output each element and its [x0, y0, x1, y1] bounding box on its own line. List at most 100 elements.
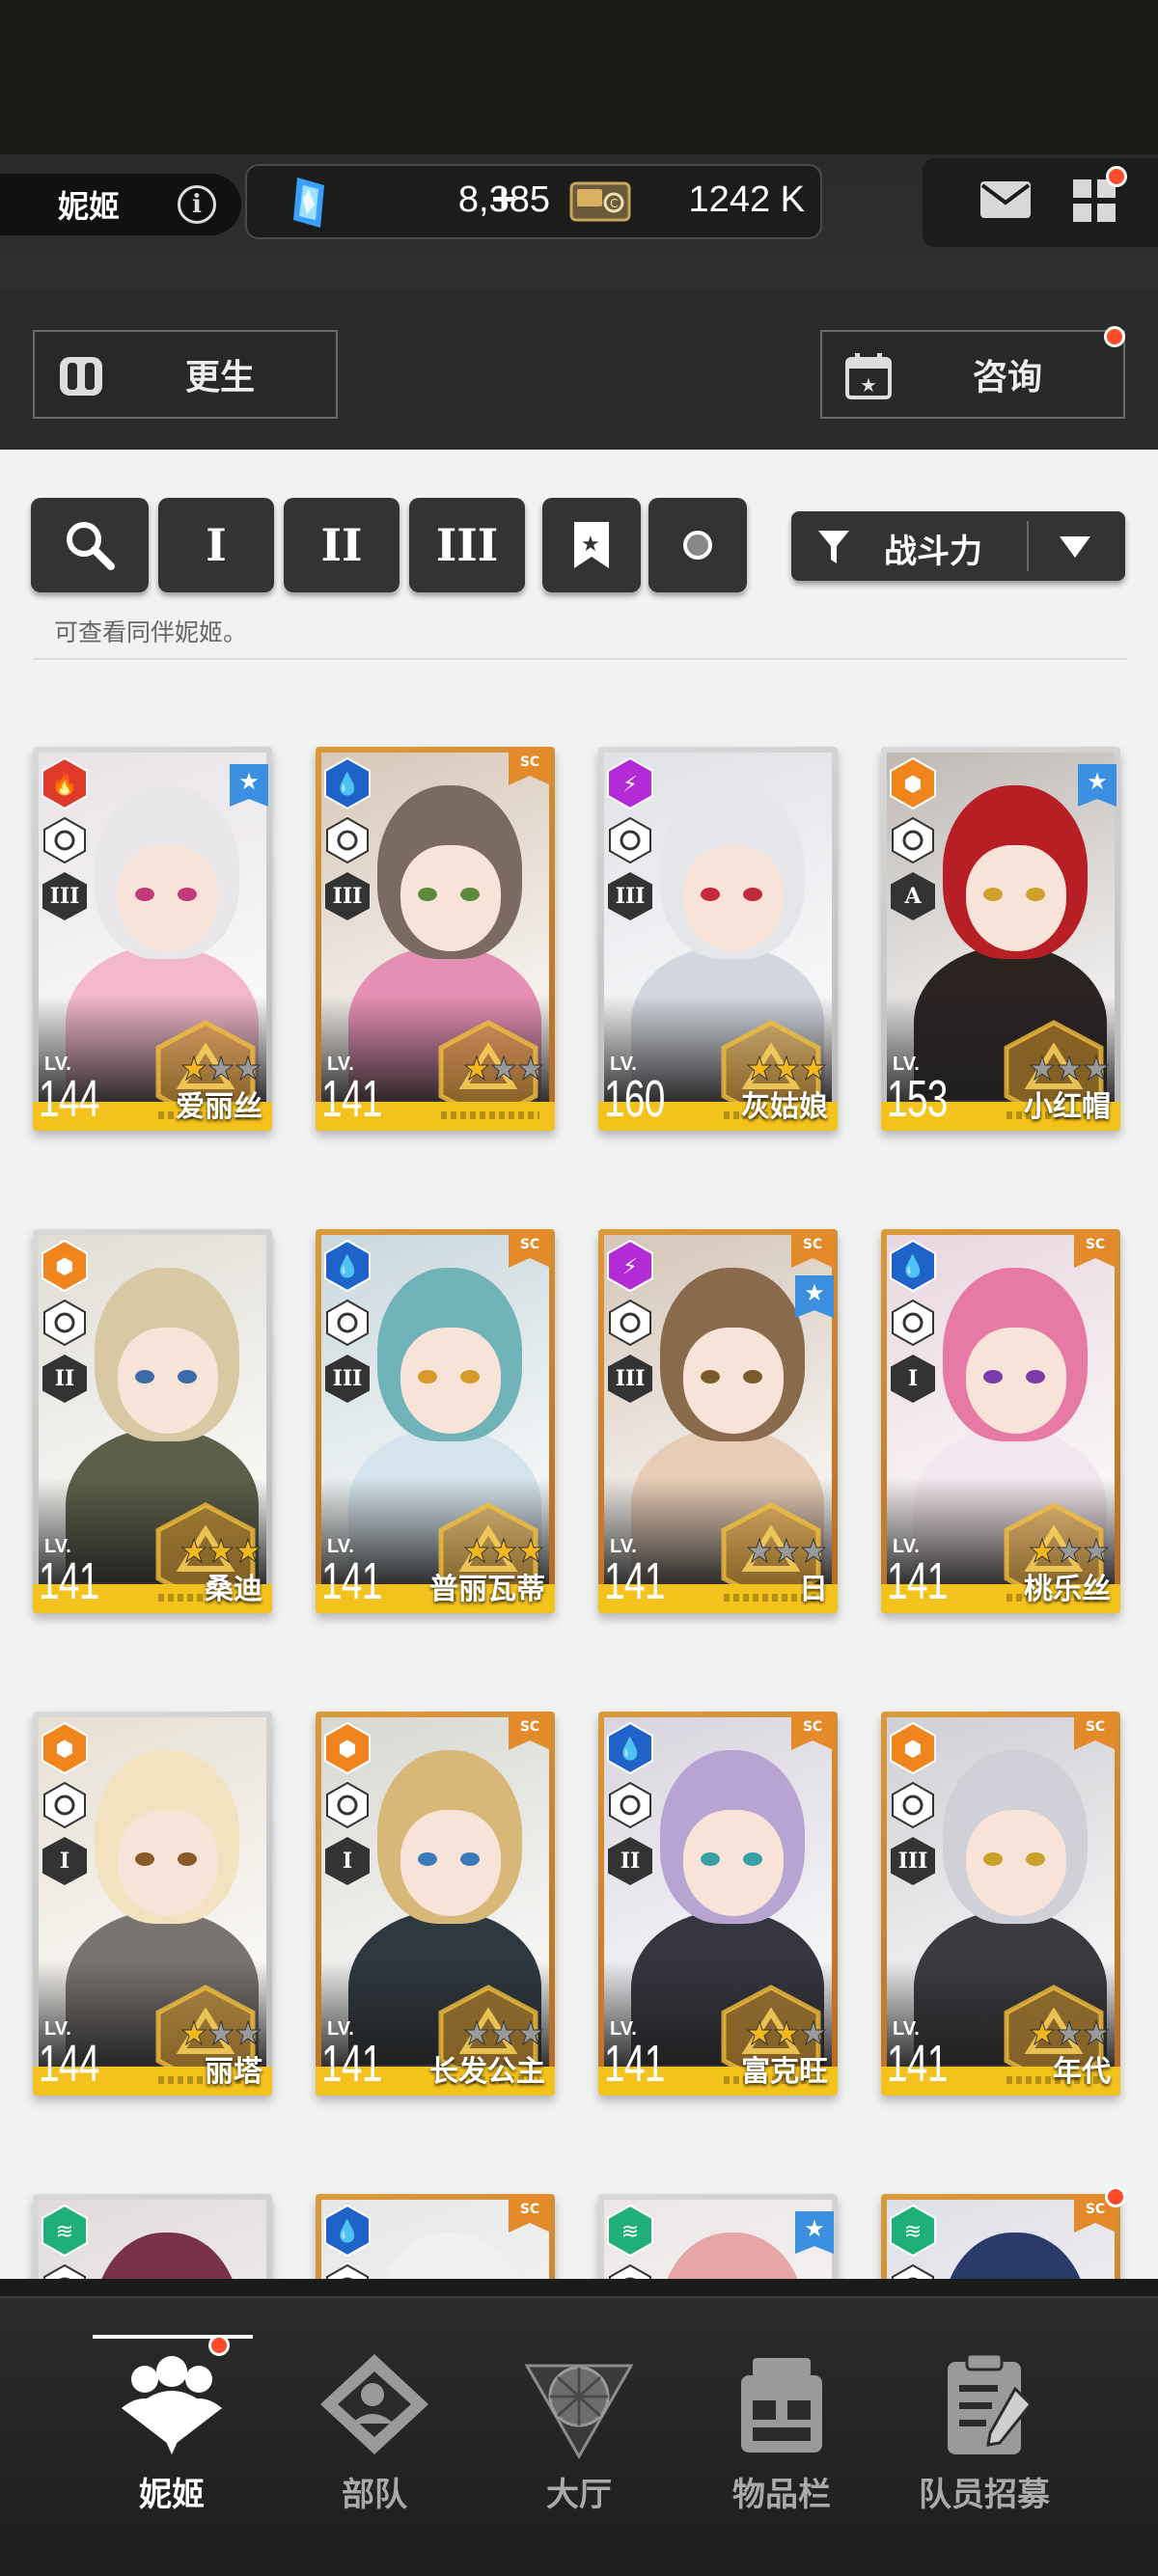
limit-break-stars — [464, 2020, 543, 2045]
sc-tag-icon: SC — [1074, 1712, 1117, 1750]
svg-text:SC: SC — [520, 2202, 539, 2217]
sort-dropdown[interactable]: 战斗力 — [791, 511, 1125, 581]
nikke-name: 爱丽丝 — [176, 1091, 262, 1123]
star-icon — [747, 1538, 772, 1563]
nikke-card[interactable]: LV. 141 年代 ⬢ III SC — [881, 1685, 1120, 2096]
filter-tier-2[interactable]: II — [284, 498, 400, 592]
nikke-card[interactable]: LV. 160 灰姑娘 ⚡ III — [598, 720, 838, 1131]
weapon-type-icon — [326, 2263, 369, 2279]
star-icon — [747, 2020, 772, 2045]
nikke-name: 桃乐丝 — [1024, 1574, 1111, 1605]
nikke-level: 141 — [321, 1070, 382, 1128]
nikke-card[interactable]: LV. 144 爱丽丝 🔥 III — [33, 720, 272, 1131]
svg-text:⚡: ⚡ — [622, 773, 637, 797]
rebirth-button[interactable]: 更生 — [33, 330, 338, 419]
svg-text:★: ★ — [860, 373, 877, 397]
nav-inventory-label: 物品栏 — [732, 2477, 831, 2513]
mail-icon[interactable] — [979, 179, 1033, 220]
nikke-name: 日 — [799, 1574, 828, 1605]
nav-squad[interactable]: 部队 — [268, 2298, 481, 2520]
weapon-type-icon — [326, 816, 369, 864]
nikke-card[interactable]: 💧 SC — [316, 2167, 555, 2279]
wind-element-icon: ≋ — [890, 2204, 936, 2258]
nikke-list-panel: I II III ★ 战斗力 可查看同伴妮姬。 LV.144爱丽丝🔥IIILV.… — [0, 450, 1158, 2279]
water-element-icon: 💧 — [890, 1239, 936, 1293]
weapon-type-icon — [609, 1781, 651, 1829]
nikke-name: 桑迪 — [205, 1574, 262, 1605]
star-icon — [1030, 1538, 1055, 1563]
sc-tag-icon: SC — [509, 2194, 551, 2233]
nav-inventory[interactable]: 物品栏 — [676, 2298, 888, 2520]
nikke-card[interactable]: ≋ — [33, 2167, 272, 2279]
filter-tier-3[interactable]: III — [409, 498, 525, 592]
nikke-name: 灰姑娘 — [741, 1091, 828, 1123]
sort-label: 战斗力 — [884, 534, 982, 570]
nikke-card[interactable]: ≋ — [598, 2167, 838, 2279]
nikke-card[interactable]: LV. 141 日 ⚡ III SC — [598, 1202, 838, 1613]
rebirth-icon — [60, 357, 102, 396]
star-icon — [208, 1538, 234, 1563]
nikke-card[interactable]: LV. 141 富克旺 💧 II SC — [598, 1685, 838, 2096]
nikke-level: 141 — [604, 1552, 665, 1610]
nikke-name: 小红帽 — [1024, 1091, 1111, 1123]
circle-filter-button[interactable] — [648, 498, 747, 592]
credit-amount: 1242 K — [688, 179, 805, 220]
nikke-card[interactable]: LV. 141 桃乐丝 💧 I SC — [881, 1202, 1120, 1613]
nikke-level: 144 — [39, 1070, 99, 1128]
nikke-name: 丽塔 — [205, 2056, 262, 2088]
star-icon — [491, 2020, 516, 2045]
circle-icon — [683, 531, 712, 560]
nikke-level: 141 — [604, 2035, 665, 2093]
weapon-type-icon — [43, 1781, 86, 1829]
iron-element-icon: ⬢ — [324, 1721, 371, 1775]
weapon-type-icon — [326, 1781, 369, 1829]
squad-icon — [320, 2354, 428, 2454]
bookmark-filter-button[interactable]: ★ — [542, 498, 641, 592]
nikke-level: 141 — [887, 1552, 948, 1610]
nikke-card[interactable]: LV. 141 长发公主 ⬢ I SC — [316, 1685, 555, 2096]
bottom-nav: 妮姬 部队 大厅 物品栏 队员招募 — [0, 2296, 1158, 2576]
svg-text:≋: ≋ — [621, 2220, 639, 2244]
star-icon — [801, 1538, 826, 1563]
nikke-card[interactable]: LV. 141 桑迪 ⬢ II — [33, 1202, 272, 1613]
star-icon — [1057, 1538, 1082, 1563]
nikke-card[interactable]: LV. 144 丽塔 ⬢ I — [33, 1685, 272, 2096]
nav-lobby[interactable]: 大厅 — [473, 2298, 685, 2520]
wind-element-icon: ≋ — [41, 2204, 88, 2258]
fire-element-icon: 🔥 — [41, 756, 88, 810]
svg-text:≋: ≋ — [904, 2220, 922, 2244]
nikke-level: 141 — [321, 1552, 382, 1610]
star-icon — [208, 1055, 234, 1081]
limit-break-stars — [464, 1538, 543, 1563]
nikke-card[interactable]: LV. 153 小红帽 ⬢ A — [881, 720, 1120, 1131]
nikke-notification-dot — [208, 2335, 230, 2356]
water-element-icon: 💧 — [607, 1721, 653, 1775]
weapon-type-icon — [892, 1299, 934, 1347]
add-gems-button[interactable]: + — [475, 176, 533, 224]
nav-nikke[interactable]: 妮姬 — [66, 2298, 278, 2520]
credit-card-icon: C — [569, 181, 631, 222]
nikke-card[interactable]: ≋ SC — [881, 2167, 1126, 2279]
nikke-level: 160 — [604, 1070, 665, 1128]
nav-squad-label: 部队 — [342, 2477, 407, 2513]
limit-break-stars — [1030, 2020, 1109, 2045]
svg-text:💧: 💧 — [334, 1254, 360, 1279]
info-icon[interactable]: i — [178, 185, 216, 224]
status-bar — [0, 0, 1158, 154]
search-button[interactable] — [31, 498, 149, 592]
filter-tier-1[interactable]: I — [158, 498, 274, 592]
star-icon — [464, 1538, 489, 1563]
consult-button[interactable]: ★ 咨询 — [820, 330, 1125, 419]
weapon-type-icon — [892, 1781, 934, 1829]
svg-text:💧: 💧 — [899, 1254, 925, 1279]
weapon-type-icon — [609, 1299, 651, 1347]
nikke-level: 141 — [887, 2035, 948, 2093]
sc-tag-icon: SC — [509, 1229, 551, 1268]
nikke-level: 141 — [39, 1552, 99, 1610]
svg-text:★: ★ — [581, 533, 600, 557]
nikke-card[interactable]: LV. 141 💧 III SC — [316, 720, 555, 1131]
gem-icon — [293, 178, 324, 228]
svg-text:SC: SC — [803, 1237, 822, 1252]
nikke-card[interactable]: LV. 141 普丽瓦蒂 💧 III SC — [316, 1202, 555, 1613]
nav-recruit[interactable]: 队员招募 — [878, 2298, 1090, 2520]
